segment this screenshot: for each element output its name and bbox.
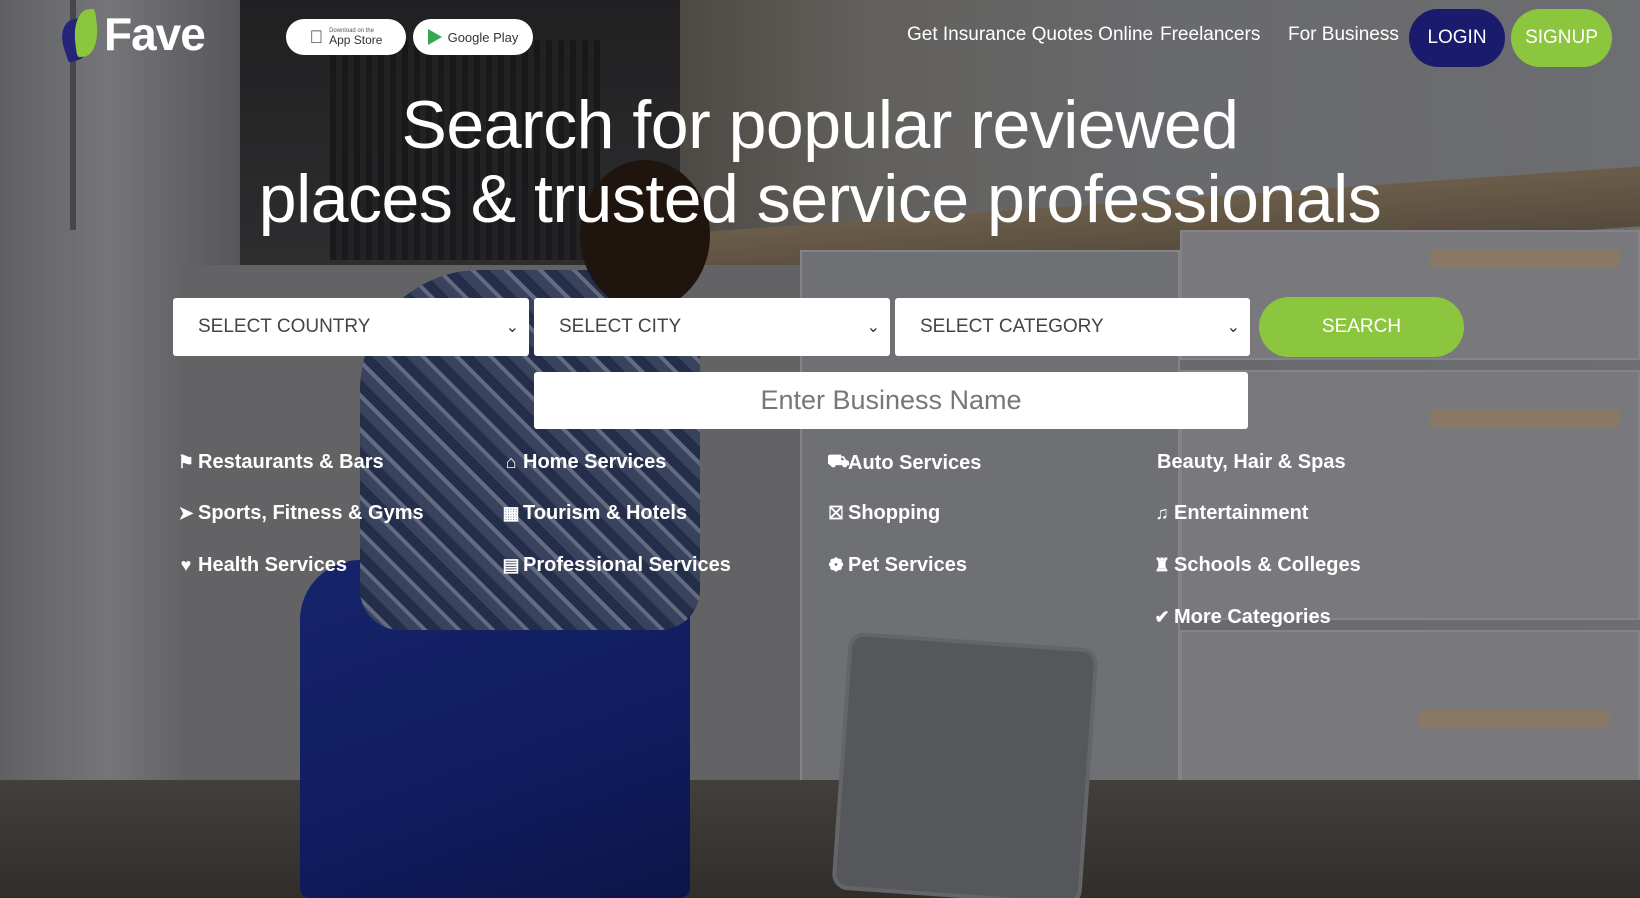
apple-icon:  [310,28,324,46]
logo-text: Fave [104,8,206,60]
running-icon: ➤ [178,503,194,523]
google-play-badge[interactable]: Google Play [413,19,533,55]
category-label: Pet Services [848,554,967,576]
utensils-icon: ⚑ [177,452,195,472]
category-label: Sports, Fitness & Gyms [198,502,424,524]
nav-freelancers[interactable]: Freelancers [1160,24,1260,46]
music-icon: ♫ [1155,503,1169,523]
category-beauty-hair-spas[interactable]: Beauty, Hair & Spas [1157,451,1346,474]
category-entertainment[interactable]: ♫ Entertainment [1153,502,1308,525]
category-tourism-hotels[interactable]: ▦ Tourism & Hotels [502,502,687,525]
car-icon: ⛟ [827,451,850,471]
chevron-down-icon: ⌄ [505,319,519,336]
category-label: Health Services [198,554,347,576]
category-label: Restaurants & Bars [198,451,384,473]
category-schools-colleges[interactable]: ♜ Schools & Colleges [1153,554,1361,577]
category-label: Schools & Colleges [1174,554,1361,576]
app-store-badge[interactable]:  Download on the App Store [286,19,406,55]
home-icon: ⌂ [505,452,517,472]
category-health-services[interactable]: ♥ Health Services [177,554,347,577]
signup-button[interactable]: SIGNUP [1511,9,1612,67]
nav-insurance-quotes[interactable]: Get Insurance Quotes Online [907,24,1153,46]
site-header: Fave  Download on the App Store Google … [0,0,1640,80]
category-label: Professional Services [523,554,731,576]
university-icon: ♜ [1153,555,1171,575]
login-button[interactable]: LOGIN [1409,9,1505,67]
category-label: Home Services [523,451,667,473]
hero-headline-line1: Search for popular reviewed [401,87,1239,163]
category-label: Shopping [848,502,941,524]
hero-headline: Search for popular reviewed places & tru… [0,88,1640,236]
google-play-icon [427,29,442,45]
hero-headline-line2: places & trusted service professionals [258,161,1382,237]
search-button[interactable]: SEARCH [1259,297,1464,357]
category-pet-services[interactable]: ❁ Pet Services [827,554,967,577]
building-icon: ▦ [502,503,520,523]
category-sports-fitness-gyms[interactable]: ➤ Sports, Fitness & Gyms [177,502,424,525]
category-restaurants-bars[interactable]: ⚑ Restaurants & Bars [177,451,384,474]
fave-logo[interactable]: Fave [56,4,206,64]
category-label: More Categories [1174,606,1331,628]
category-label: Beauty, Hair & Spas [1157,451,1346,473]
business-name-input[interactable] [534,372,1248,429]
logo-mark-icon [56,6,102,64]
city-select-value: SELECT CITY [559,316,682,337]
category-select[interactable]: SELECT CATEGORY ⌄ [895,298,1250,356]
category-professional-services[interactable]: ▤ Professional Services [502,554,731,577]
chevron-down-icon: ⌄ [866,319,880,336]
category-label: Auto Services [848,451,982,474]
category-more-categories[interactable]: ✔ More Categories [1153,606,1331,629]
category-select-value: SELECT CATEGORY [920,316,1104,337]
category-shopping[interactable]: ⛝ Shopping [827,502,940,525]
paw-icon: ❁ [828,555,844,575]
heart-icon: ♥ [180,555,192,575]
google-play-label: Google Play [447,29,519,45]
country-select-value: SELECT COUNTRY [198,316,371,337]
category-label: Tourism & Hotels [523,502,688,524]
nav-for-business[interactable]: For Business [1288,24,1399,46]
shopping-cart-icon: ⛝ [829,503,843,523]
country-select[interactable]: SELECT COUNTRY ⌄ [173,298,529,356]
category-auto-services[interactable]: ⛟ Auto Services [827,451,981,475]
city-select[interactable]: SELECT CITY ⌄ [534,298,890,356]
app-store-label: App Store [322,33,382,47]
category-label: Entertainment [1174,502,1309,524]
briefcase-icon: ▤ [502,555,520,575]
check-circle-icon: ✔ [1154,607,1170,627]
category-home-services[interactable]: ⌂ Home Services [502,451,667,474]
chevron-down-icon: ⌄ [1226,319,1240,336]
